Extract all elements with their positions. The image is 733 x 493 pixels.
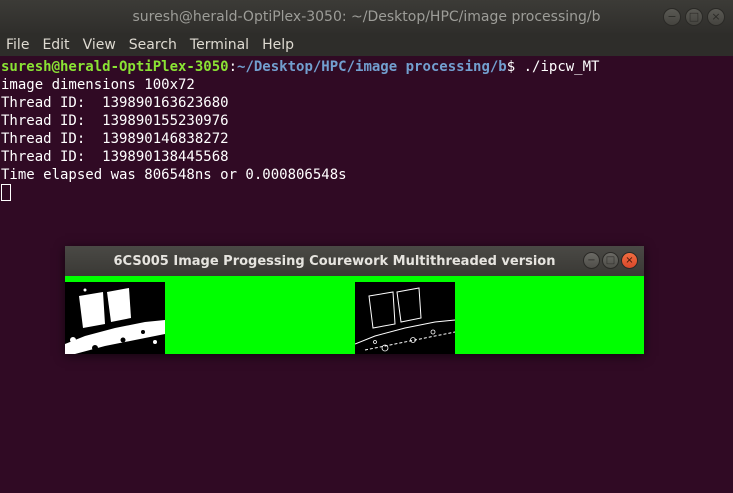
output-line: Time elapsed was 806548ns or 0.000806548… [1,167,347,183]
output-line: image dimensions 100x72 [1,77,195,93]
menu-edit[interactable]: Edit [42,37,69,53]
prompt-path: ~/Desktop/HPC/image processing/b [237,59,507,75]
background-document-strip [0,484,733,493]
output-line: Thread ID: 139890138445568 [1,149,229,165]
minimize-icon[interactable]: − [663,8,681,26]
prompt-line: suresh@herald-OptiPlex-3050:~/Desktop/HP… [1,58,732,76]
threshold-image [65,282,165,354]
prompt-command: ./ipcw_MT [515,59,600,75]
menu-search[interactable]: Search [129,37,177,53]
maximize-icon[interactable]: □ [602,252,619,269]
terminal-titlebar[interactable]: suresh@herald-OptiPlex-3050: ~/Desktop/H… [0,0,733,33]
close-icon[interactable]: × [707,8,725,26]
output-line: Thread ID: 139890163623680 [1,95,229,111]
terminal-menubar: File Edit View Search Terminal Help [0,33,733,56]
image-window: 6CS005 Image Progessing Courework Multit… [65,246,644,354]
image-window-controls: − □ × [583,252,638,269]
maximize-icon[interactable]: □ [685,8,703,26]
menu-file[interactable]: File [6,37,29,53]
image-canvas [65,276,644,354]
prompt-symbol: $ [506,59,516,75]
image-window-title: 6CS005 Image Progessing Courework Multit… [113,253,556,269]
prompt-user-host: suresh@herald-OptiPlex-3050 [1,59,229,75]
terminal-cursor [1,184,11,201]
close-icon[interactable]: × [621,252,638,269]
prompt-separator: : [228,59,238,75]
minimize-icon[interactable]: − [583,252,600,269]
cursor-line [1,184,732,202]
terminal-title: suresh@herald-OptiPlex-3050: ~/Desktop/H… [132,8,601,25]
image-window-titlebar[interactable]: 6CS005 Image Progessing Courework Multit… [65,246,644,276]
menu-view[interactable]: View [83,37,116,53]
edge-image [355,282,455,354]
output-line: Thread ID: 139890146838272 [1,131,229,147]
terminal-window-controls: − □ × [663,8,725,26]
menu-terminal[interactable]: Terminal [190,37,249,53]
menu-help[interactable]: Help [262,37,294,53]
output-line: Thread ID: 139890155230976 [1,113,229,129]
